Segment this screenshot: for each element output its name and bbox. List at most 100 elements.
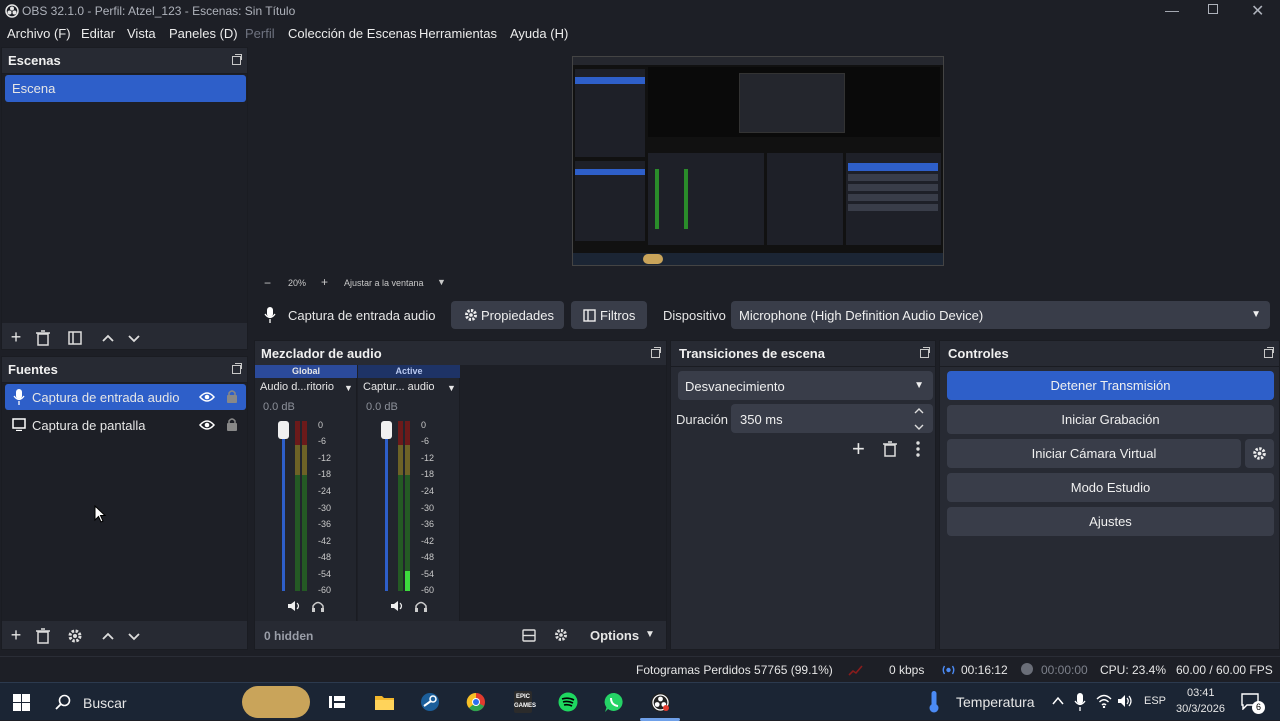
studio-mode-button[interactable]: Modo Estudio — [947, 473, 1274, 502]
weather-label[interactable]: Temperatura — [956, 694, 1035, 710]
scale-label: -54 — [318, 569, 332, 579]
microphone-tray-icon[interactable] — [1074, 693, 1086, 711]
volume-icon[interactable] — [1117, 694, 1133, 708]
lock-icon[interactable] — [226, 417, 238, 431]
scene-item[interactable]: Escena — [5, 75, 246, 102]
monitor-headphones-icon[interactable] — [311, 600, 325, 613]
thermometer-icon[interactable] — [927, 690, 941, 714]
clock-date[interactable]: 30/3/2026 — [1176, 703, 1225, 715]
layout-toggle-icon[interactable] — [522, 629, 536, 642]
source-properties-gear-icon[interactable] — [65, 626, 85, 646]
source-item[interactable]: Captura de entrada audio — [5, 384, 246, 410]
scale-label: -60 — [318, 585, 332, 595]
undock-icon[interactable] — [1264, 347, 1274, 358]
duration-spinbox[interactable]: 350 ms — [731, 404, 933, 433]
chevron-down-icon[interactable]: ▼ — [437, 277, 446, 287]
stop-stream-button[interactable]: Detener Transmisión — [947, 371, 1274, 400]
channel-menu-icon[interactable]: ▼ — [447, 383, 456, 393]
chrome-icon[interactable] — [466, 692, 486, 712]
menu-ayuda[interactable]: Ayuda (H) — [510, 26, 568, 41]
remove-source-icon[interactable] — [33, 626, 53, 646]
microphone-icon — [13, 389, 25, 405]
eye-icon[interactable] — [199, 419, 215, 431]
filters-label: Filtros — [600, 308, 636, 323]
virtual-camera-settings-button[interactable] — [1245, 439, 1274, 468]
menu-herramientas[interactable]: Herramientas — [419, 26, 497, 41]
channel-menu-icon[interactable]: ▼ — [344, 383, 353, 393]
channel-name[interactable]: Captur... audio — [363, 381, 435, 393]
menu-perfil[interactable]: Perfil — [245, 26, 275, 41]
start-recording-button[interactable]: Iniciar Grabación — [947, 405, 1274, 434]
properties-button[interactable]: Propiedades — [451, 301, 564, 329]
mixer-toolbar: 0 hidden Options ▼ — [255, 621, 666, 649]
whatsapp-icon[interactable] — [604, 692, 625, 713]
gear-icon — [465, 309, 477, 321]
zoom-in-icon[interactable]: + — [321, 275, 328, 289]
volume-slider[interactable] — [282, 423, 285, 591]
chevron-down-icon: ▼ — [1251, 309, 1261, 320]
add-transition-icon[interactable]: + — [852, 438, 865, 460]
clock-time[interactable]: 03:41 — [1187, 687, 1215, 699]
chevron-down-icon[interactable]: ▼ — [645, 629, 655, 640]
scale-label: -60 — [421, 585, 435, 595]
lock-icon[interactable] — [226, 389, 238, 403]
menu-paneles[interactable]: Paneles (D) — [169, 26, 238, 41]
gear-icon — [1253, 447, 1266, 460]
undock-icon[interactable] — [232, 363, 242, 374]
menu-editar[interactable]: Editar — [81, 26, 115, 41]
volume-slider-handle[interactable] — [278, 421, 289, 439]
volume-slider[interactable] — [385, 423, 388, 591]
epic-games-icon[interactable]: EPIC GAMES — [514, 691, 536, 713]
eye-icon[interactable] — [199, 391, 215, 403]
speaker-icon[interactable] — [287, 600, 301, 612]
spin-arrows-icon[interactable] — [914, 408, 924, 430]
transition-select[interactable]: Desvanecimiento ▼ — [678, 371, 933, 400]
windows-start-icon[interactable] — [13, 694, 30, 711]
more-vertical-icon[interactable] — [915, 441, 921, 457]
spotify-icon[interactable] — [558, 692, 578, 712]
device-select[interactable]: Microphone (High Definition Audio Device… — [731, 301, 1270, 329]
obs-taskbar-icon[interactable] — [650, 692, 671, 713]
filters-button[interactable]: Filtros — [571, 301, 647, 329]
speaker-icon[interactable] — [390, 600, 404, 612]
zoom-fit-select[interactable]: Ajustar a la ventana — [344, 278, 424, 288]
task-view-icon[interactable] — [328, 694, 346, 710]
steam-icon[interactable] — [420, 692, 440, 712]
undock-icon[interactable] — [232, 54, 242, 65]
language-indicator[interactable]: ESP — [1144, 695, 1166, 707]
options-button[interactable]: Options — [590, 628, 639, 643]
add-source-icon[interactable]: + — [6, 626, 26, 646]
remove-transition-icon[interactable] — [882, 441, 898, 457]
channel-name[interactable]: Audio d...ritorio — [260, 381, 334, 393]
settings-button[interactable]: Ajustes — [947, 507, 1274, 536]
menu-coleccion-escenas[interactable]: Colección de Escenas — [288, 26, 417, 41]
minimize-icon[interactable]: — — [1165, 2, 1179, 18]
undock-icon[interactable] — [651, 347, 661, 358]
taskbar-search[interactable]: Buscar — [47, 686, 312, 718]
menu-archivo[interactable]: Archivo (F) — [7, 26, 71, 41]
file-explorer-icon[interactable] — [374, 693, 395, 711]
preview-area[interactable]: − 20% + Ajustar a la ventana ▼ — [254, 47, 1280, 293]
remove-scene-icon[interactable] — [33, 328, 53, 348]
restore-icon[interactable] — [1208, 4, 1218, 14]
zoom-out-icon[interactable]: − — [264, 276, 271, 290]
advanced-audio-gear-icon[interactable] — [554, 628, 568, 642]
scene-filters-icon[interactable] — [65, 328, 85, 348]
monitor-headphones-icon[interactable] — [414, 600, 428, 613]
start-virtual-camera-button[interactable]: Iniciar Cámara Virtual — [947, 439, 1241, 468]
preview-canvas[interactable] — [572, 56, 944, 266]
move-up-icon[interactable] — [98, 626, 118, 646]
scale-label: -6 — [318, 436, 327, 446]
undock-icon[interactable] — [920, 347, 930, 358]
volume-slider-handle[interactable] — [381, 421, 392, 439]
add-scene-icon[interactable]: + — [6, 328, 26, 348]
move-up-icon[interactable] — [98, 328, 118, 348]
chevron-up-icon[interactable] — [1052, 696, 1064, 706]
menu-vista[interactable]: Vista — [127, 26, 156, 41]
close-icon[interactable]: ✕ — [1251, 1, 1264, 21]
scale-label: -30 — [421, 503, 435, 513]
move-down-icon[interactable] — [124, 328, 144, 348]
wifi-icon[interactable] — [1096, 694, 1112, 708]
move-down-icon[interactable] — [124, 626, 144, 646]
source-item[interactable]: Captura de pantalla — [5, 412, 246, 438]
